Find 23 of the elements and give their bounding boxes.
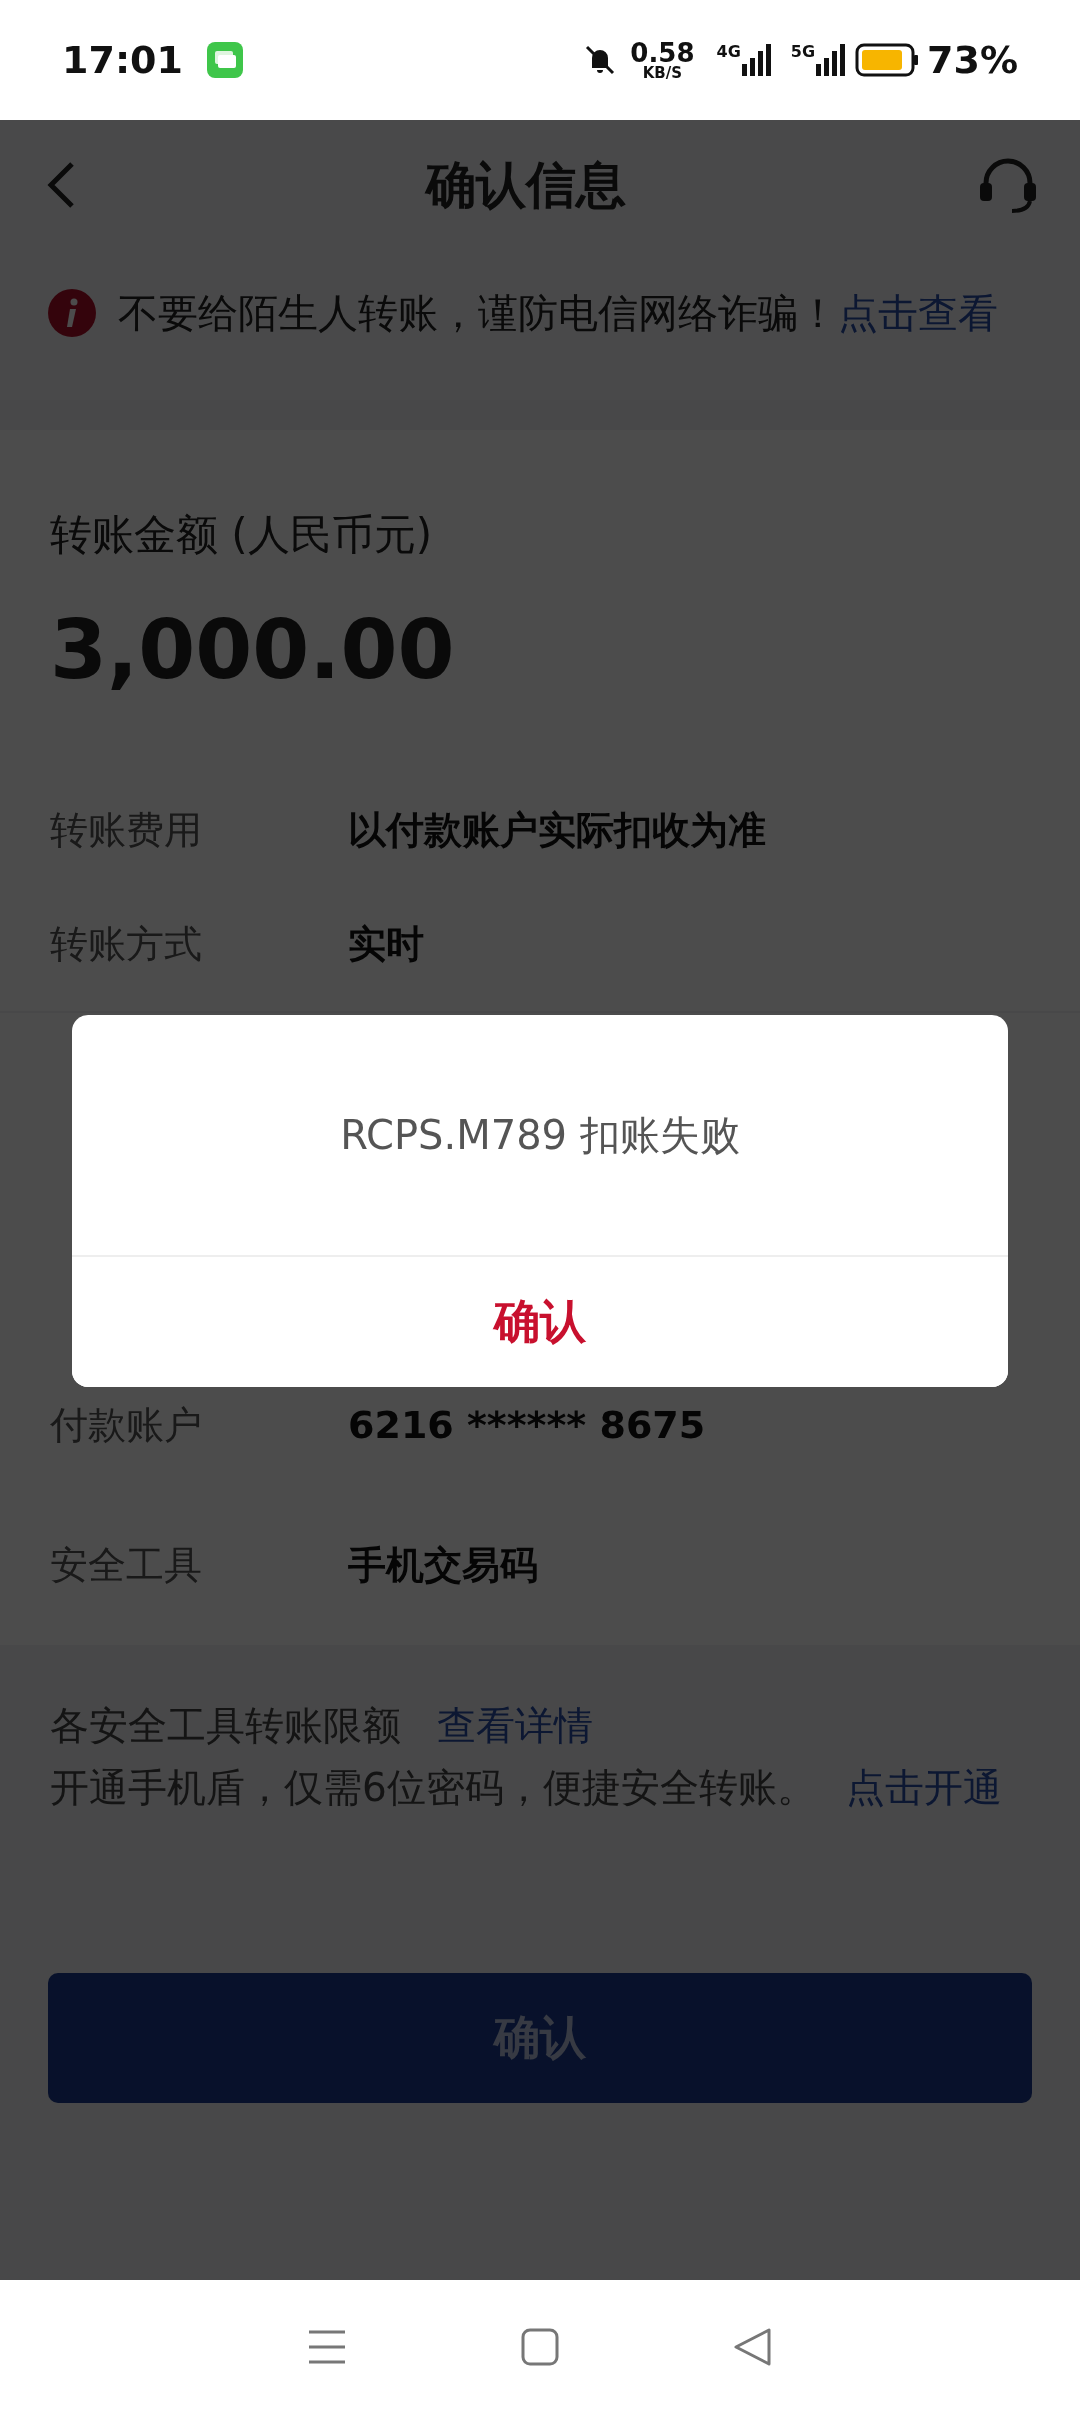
signal-icon	[740, 42, 771, 78]
network-type: 5G	[790, 42, 816, 61]
battery-icon	[855, 43, 920, 77]
back-triangle-icon[interactable]	[733, 2327, 773, 2367]
view-link[interactable]: 点击查看	[838, 290, 998, 336]
field-value: 6216 ****** 8675	[348, 1403, 706, 1447]
home-icon[interactable]	[521, 2328, 559, 2366]
network-speed: 0.58	[630, 39, 695, 66]
speed-unit: KB/S	[642, 65, 683, 81]
page-title: 确认信息	[426, 154, 626, 216]
network-type: 4G	[716, 42, 741, 61]
clock: 17:01	[62, 38, 183, 82]
field-value: 实时	[348, 920, 424, 968]
battery-percent: 73%	[927, 38, 1018, 82]
signal-icon	[815, 42, 846, 78]
field-value: 手机交易码	[348, 1541, 538, 1589]
menu-icon[interactable]	[307, 2329, 347, 2365]
details-link[interactable]: 查看详情	[437, 1703, 593, 1748]
amount-label: 转账金额 (人民币元)	[50, 510, 434, 560]
message-app-icon	[206, 42, 243, 78]
field-value: 以付款账户实际扣收为准	[348, 806, 766, 854]
amount-value: 3,000.00	[50, 602, 456, 698]
activate-link[interactable]: 点击开通	[845, 1765, 1002, 1810]
